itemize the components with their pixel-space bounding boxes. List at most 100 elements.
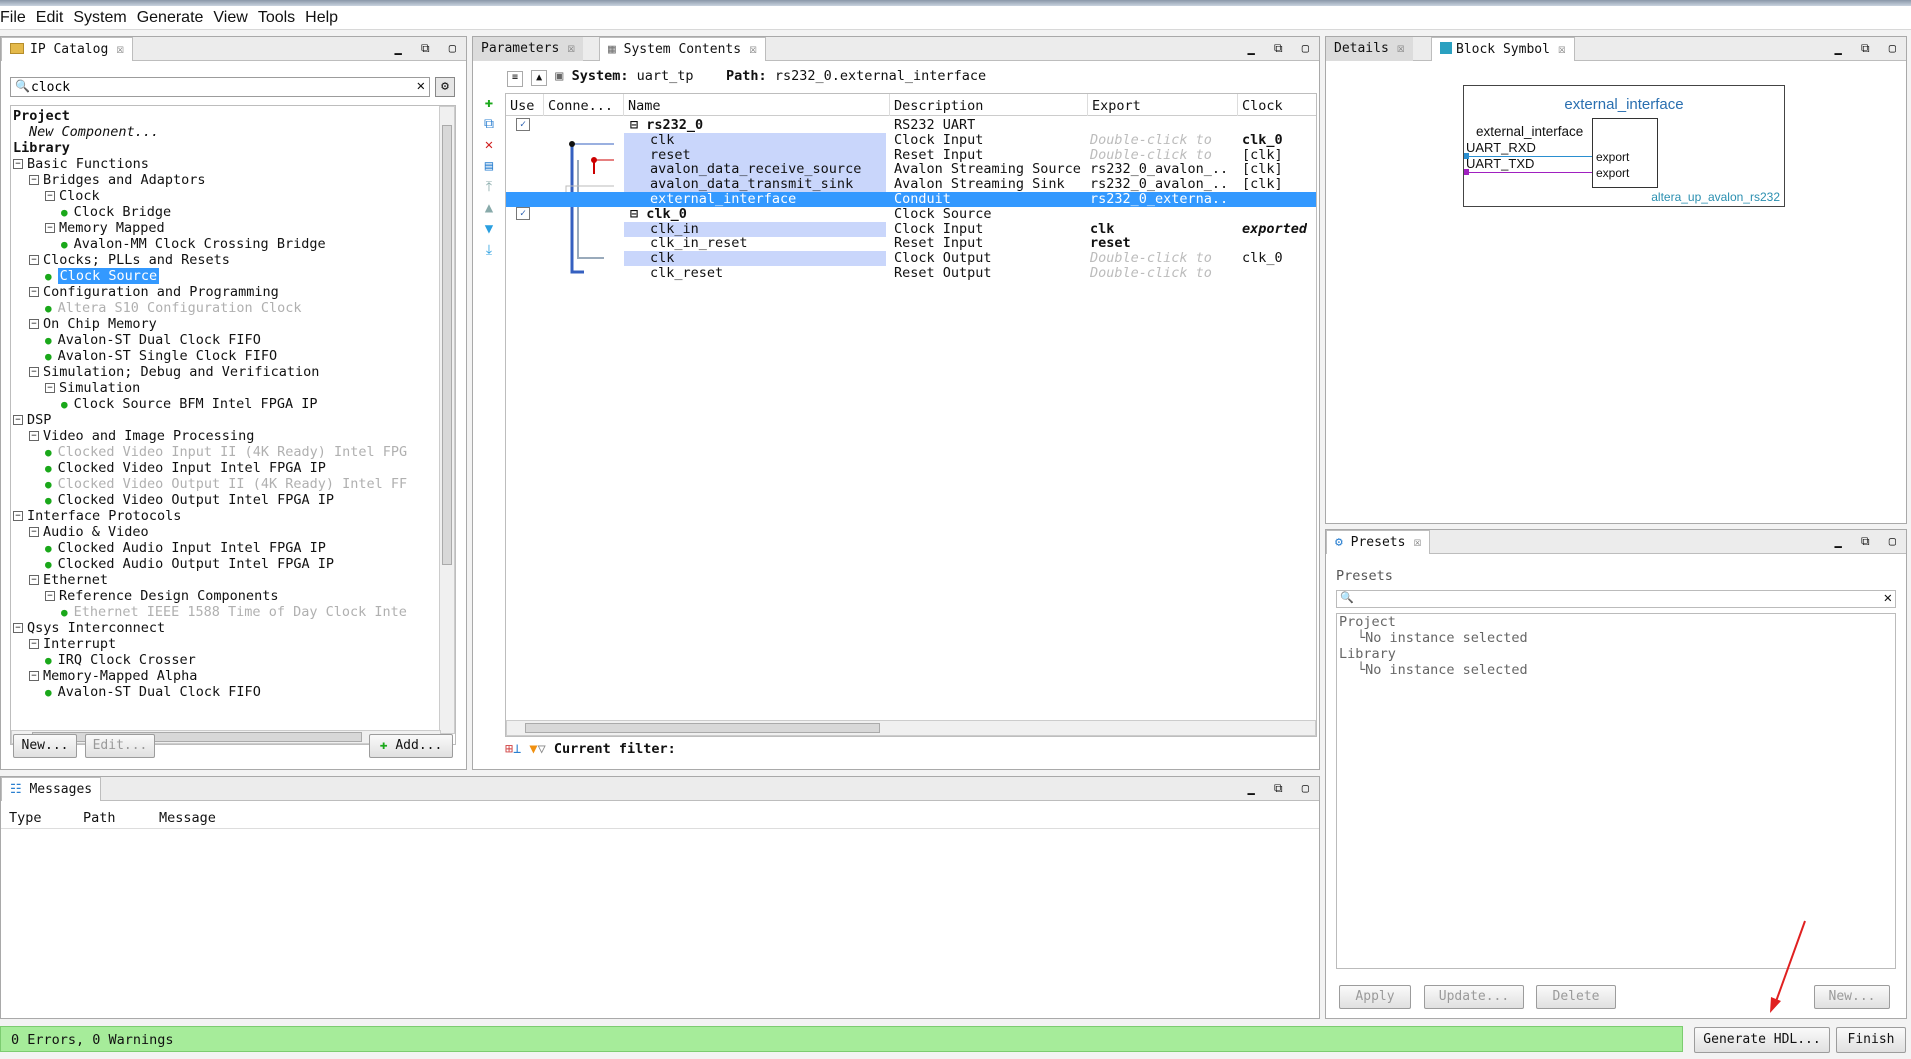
tab-presets[interactable]: ⚙ Presets ☒ (1326, 530, 1431, 554)
close-icon[interactable]: ☒ (749, 42, 757, 57)
tree-item[interactable]: − Simulation; Debug and Verification (13, 364, 407, 380)
filter-icon-a[interactable]: ⊞ (505, 741, 513, 757)
row-name[interactable]: clk_in_reset (624, 236, 886, 251)
tree-item[interactable]: ● Clocked Video Output Intel FPGA IP (13, 492, 407, 508)
tree-item[interactable]: − DSP (13, 412, 407, 428)
settings-icon[interactable]: ⚙ (435, 77, 455, 97)
row-clock[interactable]: clk_0 (1242, 251, 1283, 266)
scroll-thumb[interactable] (442, 125, 452, 565)
row-export[interactable]: Double-click to (1090, 133, 1230, 148)
move-down-icon[interactable]: ▼ (479, 219, 499, 240)
row-name[interactable]: avalon_data_transmit_sink (624, 177, 886, 193)
tree-item[interactable]: ● Avalon-ST Dual Clock FIFO (13, 332, 407, 348)
window-controls[interactable]: ▁ ⧉ ▢ (1248, 41, 1315, 56)
row-name[interactable]: clk (624, 132, 886, 148)
collapse-toggle-icon[interactable]: − (13, 159, 23, 169)
collapse-toggle-icon[interactable]: − (29, 319, 39, 329)
row-export[interactable] (1090, 207, 1230, 222)
row-name[interactable]: external_interface (624, 192, 886, 207)
tree-item[interactable]: − Interface Protocols (13, 508, 407, 524)
collapse-toggle-icon[interactable]: − (45, 223, 55, 233)
h-scroll-thumb[interactable] (525, 723, 880, 733)
row-name[interactable]: clk_reset (624, 266, 886, 281)
tab-system-contents[interactable]: ▦ System Contents ☒ (599, 37, 766, 61)
menu-edit[interactable]: Edit (36, 9, 64, 27)
table-horizontal-scrollbar[interactable] (506, 720, 1316, 736)
row-clock[interactable]: [clk] (1242, 177, 1283, 192)
tree-item[interactable]: ● Clocked Video Output II (4K Ready) Inte… (13, 476, 407, 492)
close-icon[interactable]: ☒ (116, 42, 124, 57)
tree-item[interactable]: ● Clock Source BFM Intel FPGA IP (13, 396, 407, 412)
collapse-toggle-icon[interactable]: − (29, 575, 39, 585)
filter-icon-b[interactable]: ⊥ (513, 741, 521, 757)
row-clock[interactable]: [clk] (1242, 162, 1283, 177)
column-clock[interactable]: Clock (1238, 94, 1316, 116)
table-row[interactable]: clk Clock Output Double-click to clk_0 (506, 251, 1316, 267)
tree-item[interactable]: − Configuration and Programming (13, 284, 407, 300)
row-export[interactable]: Double-click to (1090, 251, 1230, 266)
collapse-toggle-icon[interactable]: − (29, 175, 39, 185)
tree-item[interactable]: − Memory Mapped (13, 220, 407, 236)
tree-item[interactable]: − Memory-Mapped Alpha (13, 668, 407, 684)
tree-item[interactable]: − Reference Design Components (13, 588, 407, 604)
new-preset-button[interactable]: New... (1814, 985, 1890, 1009)
tree-item[interactable]: Library (13, 140, 407, 156)
tree-item[interactable]: − Ethernet (13, 572, 407, 588)
tree-item[interactable]: − On Chip Memory (13, 316, 407, 332)
tab-ip-catalog[interactable]: IP Catalog ☒ (1, 37, 134, 61)
window-controls[interactable]: ▁ ⧉ ▢ (1835, 41, 1902, 56)
collapse-toggle-icon[interactable]: − (29, 639, 39, 649)
preset-tree-item[interactable]: Project (1337, 614, 1528, 630)
row-clock[interactable]: exported (1242, 222, 1307, 237)
tree-item[interactable]: ● Clocked Audio Output Intel FPGA IP (13, 556, 407, 572)
new-component-button[interactable]: New... (13, 734, 77, 758)
search-field[interactable]: 🔍 ✕ (10, 77, 430, 97)
table-row[interactable]: reset Reset Input Double-click to [clk] (506, 147, 1316, 163)
column-description[interactable]: Description (890, 94, 1088, 116)
use-checkbox[interactable]: ✓ (516, 118, 530, 131)
collapse-toggle-icon[interactable]: − (29, 367, 39, 377)
table-row[interactable]: clk_reset Reset Output Double-click to (506, 266, 1316, 281)
tree-item[interactable]: ● Avalon-ST Dual Clock FIFO (13, 684, 407, 700)
tree-item[interactable]: − Clock (13, 188, 407, 204)
column-name[interactable]: Name (624, 94, 890, 116)
column-message[interactable]: Message (159, 810, 216, 826)
table-row[interactable]: avalon_data_transmit_sink Avalon Streamin… (506, 177, 1316, 193)
window-controls[interactable]: ▁ ⧉ ▢ (395, 41, 462, 56)
tree-item[interactable]: ● Avalon-MM Clock Crossing Bridge (13, 236, 407, 252)
column-use[interactable]: Use (506, 94, 544, 116)
apply-button[interactable]: Apply (1339, 985, 1411, 1009)
tab-block-symbol[interactable]: Block Symbol ☒ (1431, 37, 1575, 61)
tree-item[interactable]: − Clocks; PLLs and Resets (13, 252, 407, 268)
tree-item[interactable]: − Qsys Interconnect (13, 620, 407, 636)
table-row[interactable]: ✓ ⊟ clk_0 Clock Source (506, 206, 1316, 222)
column-connections[interactable]: Conne... (544, 94, 624, 116)
search-input[interactable] (31, 79, 401, 95)
tree-item[interactable]: ● Avalon-ST Single Clock FIFO (13, 348, 407, 364)
tree-item[interactable]: ● Clocked Video Input Intel FPGA IP (13, 460, 407, 476)
menu-file[interactable]: File (0, 9, 26, 27)
remove-icon[interactable]: ✕ (479, 135, 499, 156)
collapse-toggle-icon[interactable]: − (13, 623, 23, 633)
tree-item[interactable]: − Video and Image Processing (13, 428, 407, 444)
close-icon[interactable]: ☒ (1558, 42, 1566, 57)
tree-item[interactable]: ● Clocked Audio Input Intel FPGA IP (13, 540, 407, 556)
menu-system[interactable]: System (73, 9, 126, 27)
move-top-icon[interactable]: ⤒ (479, 177, 499, 198)
edit-icon[interactable]: ▤ (479, 156, 499, 177)
tree-item[interactable]: ● Altera S10 Configuration Clock (13, 300, 407, 316)
preset-tree-item[interactable]: └No instance selected (1337, 662, 1528, 678)
window-controls[interactable]: ▁ ⧉ ▢ (1248, 781, 1315, 796)
collapse-toggle-icon[interactable]: − (13, 511, 23, 521)
row-name[interactable]: reset (624, 147, 886, 163)
clear-search-icon[interactable]: ✕ (417, 78, 425, 94)
column-path[interactable]: Path (83, 810, 116, 826)
tree-item[interactable]: − Audio & Video (13, 524, 407, 540)
move-up-icon[interactable]: ▲ (479, 198, 499, 219)
tree-item[interactable]: ● Clock Source (13, 268, 407, 284)
tree-item[interactable]: ● Clock Bridge (13, 204, 407, 220)
collapse-toggle-icon[interactable]: − (13, 415, 23, 425)
collapse-toggle-icon[interactable]: − (29, 431, 39, 441)
row-export[interactable] (1090, 118, 1230, 133)
close-icon[interactable]: ☒ (567, 41, 575, 56)
